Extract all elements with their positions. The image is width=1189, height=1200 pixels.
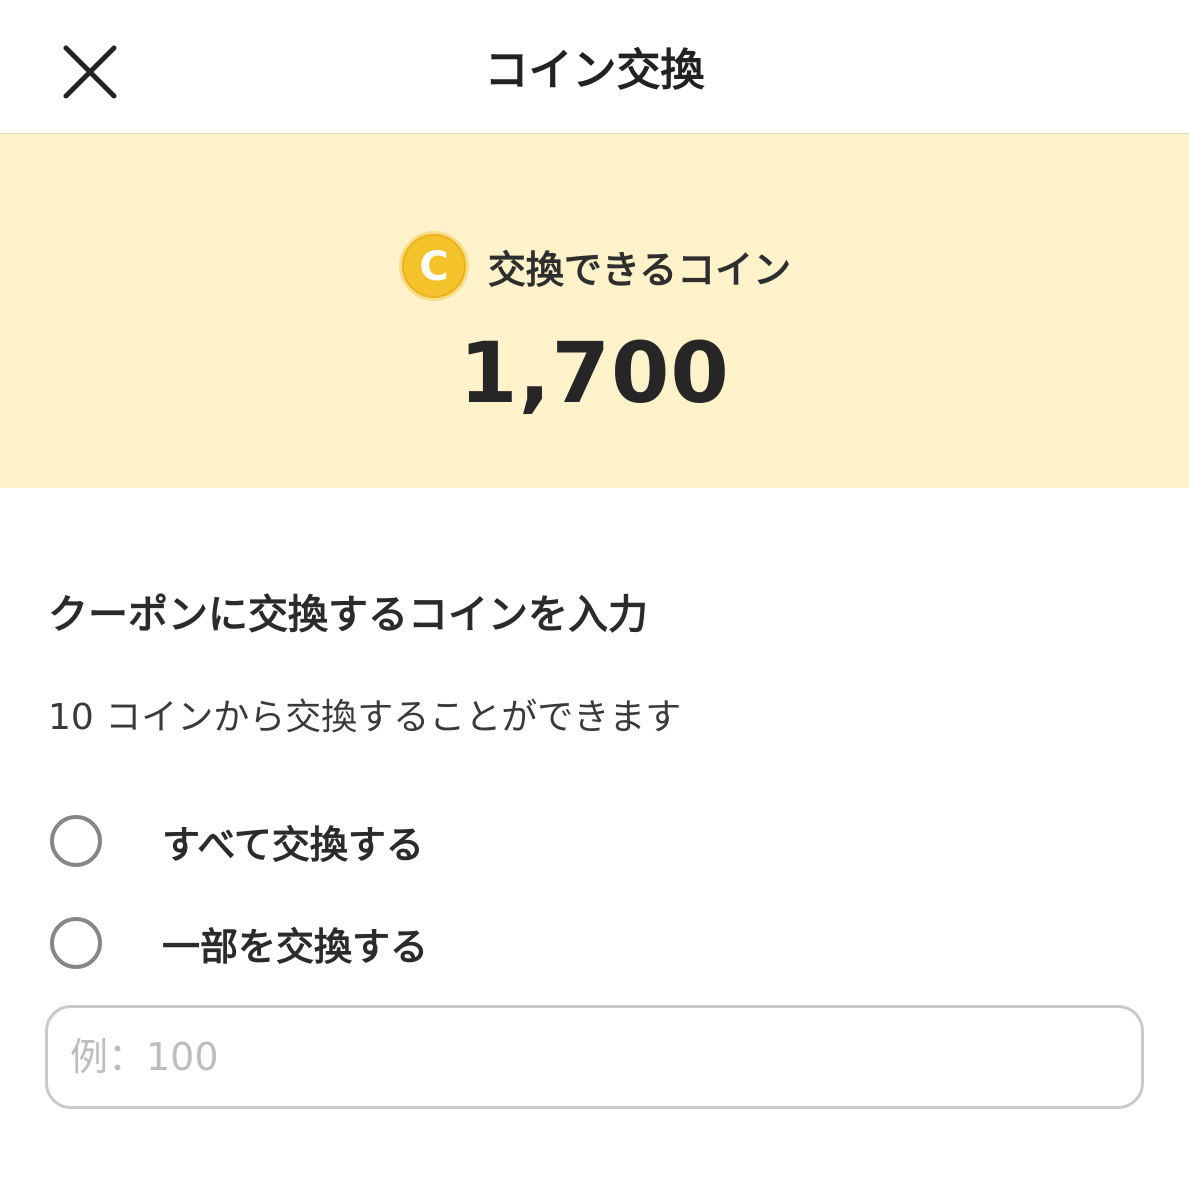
coin-icon-letter: C xyxy=(419,244,448,290)
close-icon xyxy=(63,45,117,99)
balance-value: 1,700 xyxy=(459,324,730,422)
radio-button-exchange-partial[interactable] xyxy=(50,917,102,969)
coin-icon: C xyxy=(398,230,470,302)
section-title: クーポンに交換するコインを入力 xyxy=(48,592,648,638)
option-label-exchange-partial: 一部を交換する xyxy=(162,924,429,969)
radio-button-exchange-all[interactable] xyxy=(50,815,102,867)
coin-amount-input[interactable] xyxy=(45,1005,1144,1109)
coin-balance-banner: C 交換できるコイン 1,700 xyxy=(0,134,1189,488)
radio-option-exchange-all[interactable]: すべて交換する xyxy=(50,808,750,874)
page-title: コイン交換 xyxy=(484,45,705,96)
balance-label-row: C 交換できるコイン xyxy=(0,228,1189,304)
radio-option-exchange-partial[interactable]: 一部を交換する xyxy=(50,910,750,976)
option-label-exchange-all: すべて交換する xyxy=(162,822,424,867)
close-button[interactable] xyxy=(52,34,128,110)
section-hint: 10 コインから交換することができます xyxy=(48,697,682,738)
header-bar: コイン交換 xyxy=(0,0,1189,134)
coin-exchange-screen: コイン交換 C 交換できるコイン 1,700 クーポンに交換するコインを入力 1… xyxy=(0,0,1189,1200)
balance-label: 交換できるコイン xyxy=(487,247,792,292)
